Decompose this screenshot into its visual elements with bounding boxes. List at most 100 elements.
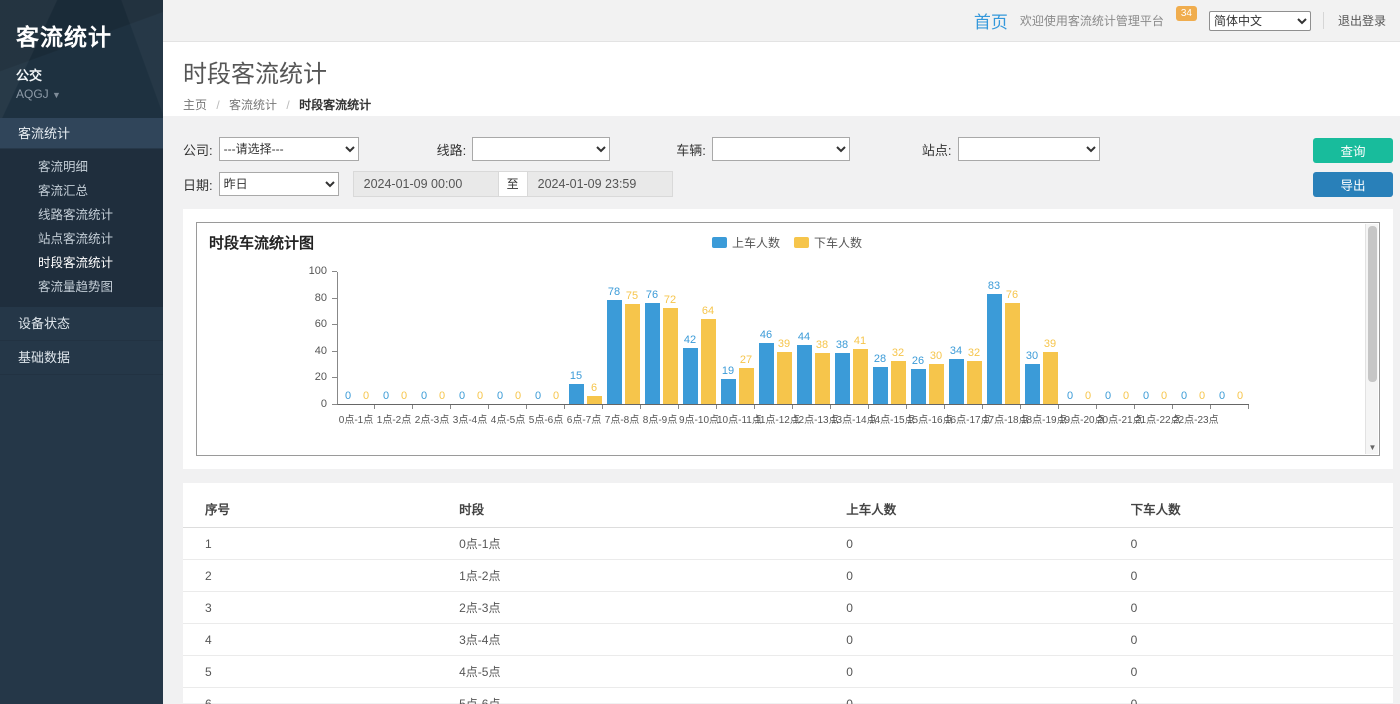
date-range-separator: 至	[499, 171, 527, 197]
bar[interactable]	[663, 308, 678, 404]
bar-value-label: 34	[950, 345, 962, 357]
company-select[interactable]: ---请选择---	[219, 137, 359, 161]
user-menu[interactable]: AQGJ ▼	[16, 87, 163, 101]
bar[interactable]	[797, 345, 812, 404]
bar-column: 30	[1025, 350, 1040, 404]
bar-column: 75	[625, 290, 640, 404]
vehicle-select[interactable]	[712, 137, 850, 161]
brand-title: 客流统计	[16, 18, 163, 52]
x-tick-mark	[337, 405, 375, 409]
bar[interactable]	[569, 384, 584, 404]
bar-group-23: 00	[1212, 272, 1250, 404]
logout-link[interactable]: 退出登录	[1323, 12, 1386, 29]
bar[interactable]	[967, 361, 982, 404]
chart-vertical-scrollbar[interactable]: ▼	[1365, 224, 1378, 454]
bar-value-label: 0	[421, 390, 427, 402]
legend-item-alighting[interactable]: 下车人数	[794, 234, 862, 251]
date-end-input[interactable]	[527, 171, 673, 197]
sidebar-item-1[interactable]: 基础数据	[0, 341, 163, 375]
table-row: 43点-4点00	[183, 624, 1393, 656]
bar[interactable]	[683, 348, 698, 404]
line-select[interactable]	[472, 137, 610, 161]
sidebar-subitem-3[interactable]: 站点客流统计	[0, 227, 163, 251]
search-button[interactable]: 查询	[1313, 138, 1393, 163]
scrollbar-thumb[interactable]	[1368, 226, 1377, 382]
breadcrumb-home[interactable]: 主页	[183, 98, 207, 112]
bar[interactable]	[873, 367, 888, 404]
bar-column: 0	[1157, 390, 1172, 404]
sidebar-section-passenger-stats[interactable]: 客流统计	[0, 118, 163, 149]
language-select[interactable]: 简体中文	[1209, 11, 1311, 31]
bar-value-label: 0	[345, 390, 351, 402]
date-start-input[interactable]	[353, 171, 499, 197]
station-select[interactable]	[958, 137, 1100, 161]
bar-value-label: 0	[1219, 390, 1225, 402]
bar-column: 34	[949, 345, 964, 404]
sidebar-subitem-1[interactable]: 客流汇总	[0, 179, 163, 203]
bar[interactable]	[911, 369, 926, 404]
bar-column: 38	[815, 339, 830, 404]
x-tick-label: 2点-3点	[413, 411, 451, 426]
bar[interactable]	[701, 319, 716, 404]
bar[interactable]	[929, 364, 944, 404]
bar[interactable]	[815, 353, 830, 404]
bar-value-label: 76	[1006, 289, 1018, 301]
filter-area: 公司: ---请选择--- 线路: 车辆: 站点: 日期: 昨日 至	[183, 136, 1393, 197]
bar-column: 72	[663, 294, 678, 404]
table-row: 21点-2点00	[183, 560, 1393, 592]
bar-value-label: 6	[591, 382, 597, 394]
notification-badge[interactable]: 34	[1176, 6, 1197, 21]
bar[interactable]	[1025, 364, 1040, 404]
bar[interactable]	[721, 379, 736, 404]
bar[interactable]	[1005, 303, 1020, 404]
table-cell: 5点-6点	[437, 688, 824, 704]
export-button[interactable]: 导出	[1313, 172, 1393, 197]
bar-value-label: 0	[535, 390, 541, 402]
breadcrumb-section[interactable]: 客流统计	[229, 98, 277, 112]
bar[interactable]	[645, 303, 660, 404]
scrollbar-down-arrow-icon[interactable]: ▼	[1366, 443, 1379, 452]
sidebar-subitem-4[interactable]: 时段客流统计	[0, 251, 163, 275]
bar[interactable]	[949, 359, 964, 404]
table-row: 32点-3点00	[183, 592, 1393, 624]
bar-value-label: 27	[740, 354, 752, 366]
chart-body: 020406080100 000000000000156787576724264…	[209, 272, 1365, 426]
bar[interactable]	[987, 294, 1002, 404]
sidebar-subitem-0[interactable]: 客流明细	[0, 155, 163, 179]
bar-column: 0	[1081, 390, 1096, 404]
th-index: 序号	[183, 491, 437, 528]
bar[interactable]	[777, 352, 792, 404]
x-tick-mark	[1211, 405, 1249, 409]
x-tick-label: 11点-12点	[755, 411, 793, 426]
sidebar-subitem-2[interactable]: 线路客流统计	[0, 203, 163, 227]
table-cell: 0	[1109, 688, 1393, 704]
bar[interactable]	[607, 300, 622, 404]
bar[interactable]	[587, 396, 602, 404]
bar-group-6: 156	[566, 272, 604, 404]
org-name: 公交	[16, 65, 163, 84]
sidebar-submenu: 客流明细客流汇总线路客流统计站点客流统计时段客流统计客流量趋势图	[0, 149, 163, 307]
bar[interactable]	[835, 353, 850, 404]
x-tick-mark	[489, 405, 527, 409]
sidebar-subitem-5[interactable]: 客流量趋势图	[0, 275, 163, 299]
bar[interactable]	[739, 368, 754, 404]
bar[interactable]	[853, 349, 868, 404]
bar-column: 0	[417, 390, 432, 404]
bar[interactable]	[625, 304, 640, 404]
legend-item-boarding[interactable]: 上车人数	[712, 234, 780, 251]
bar[interactable]	[891, 361, 906, 404]
bar-group-10: 1927	[718, 272, 756, 404]
x-tick-label: 10点-11点	[717, 411, 755, 426]
home-link[interactable]: 首页	[974, 8, 1008, 33]
date-preset-select[interactable]: 昨日	[219, 172, 339, 196]
bar[interactable]	[1043, 352, 1058, 404]
sidebar-item-0[interactable]: 设备状态	[0, 307, 163, 341]
bar-column: 0	[473, 390, 488, 404]
bar-value-label: 0	[401, 390, 407, 402]
x-tick-label: 3点-4点	[451, 411, 489, 426]
welcome-text: 欢迎使用客流统计管理平台	[1020, 12, 1164, 29]
bar-group-1: 00	[376, 272, 414, 404]
x-tick-label: 20点-21点	[1097, 411, 1135, 426]
table-header-row: 序号 时段 上车人数 下车人数	[183, 491, 1393, 528]
bar[interactable]	[759, 343, 774, 404]
